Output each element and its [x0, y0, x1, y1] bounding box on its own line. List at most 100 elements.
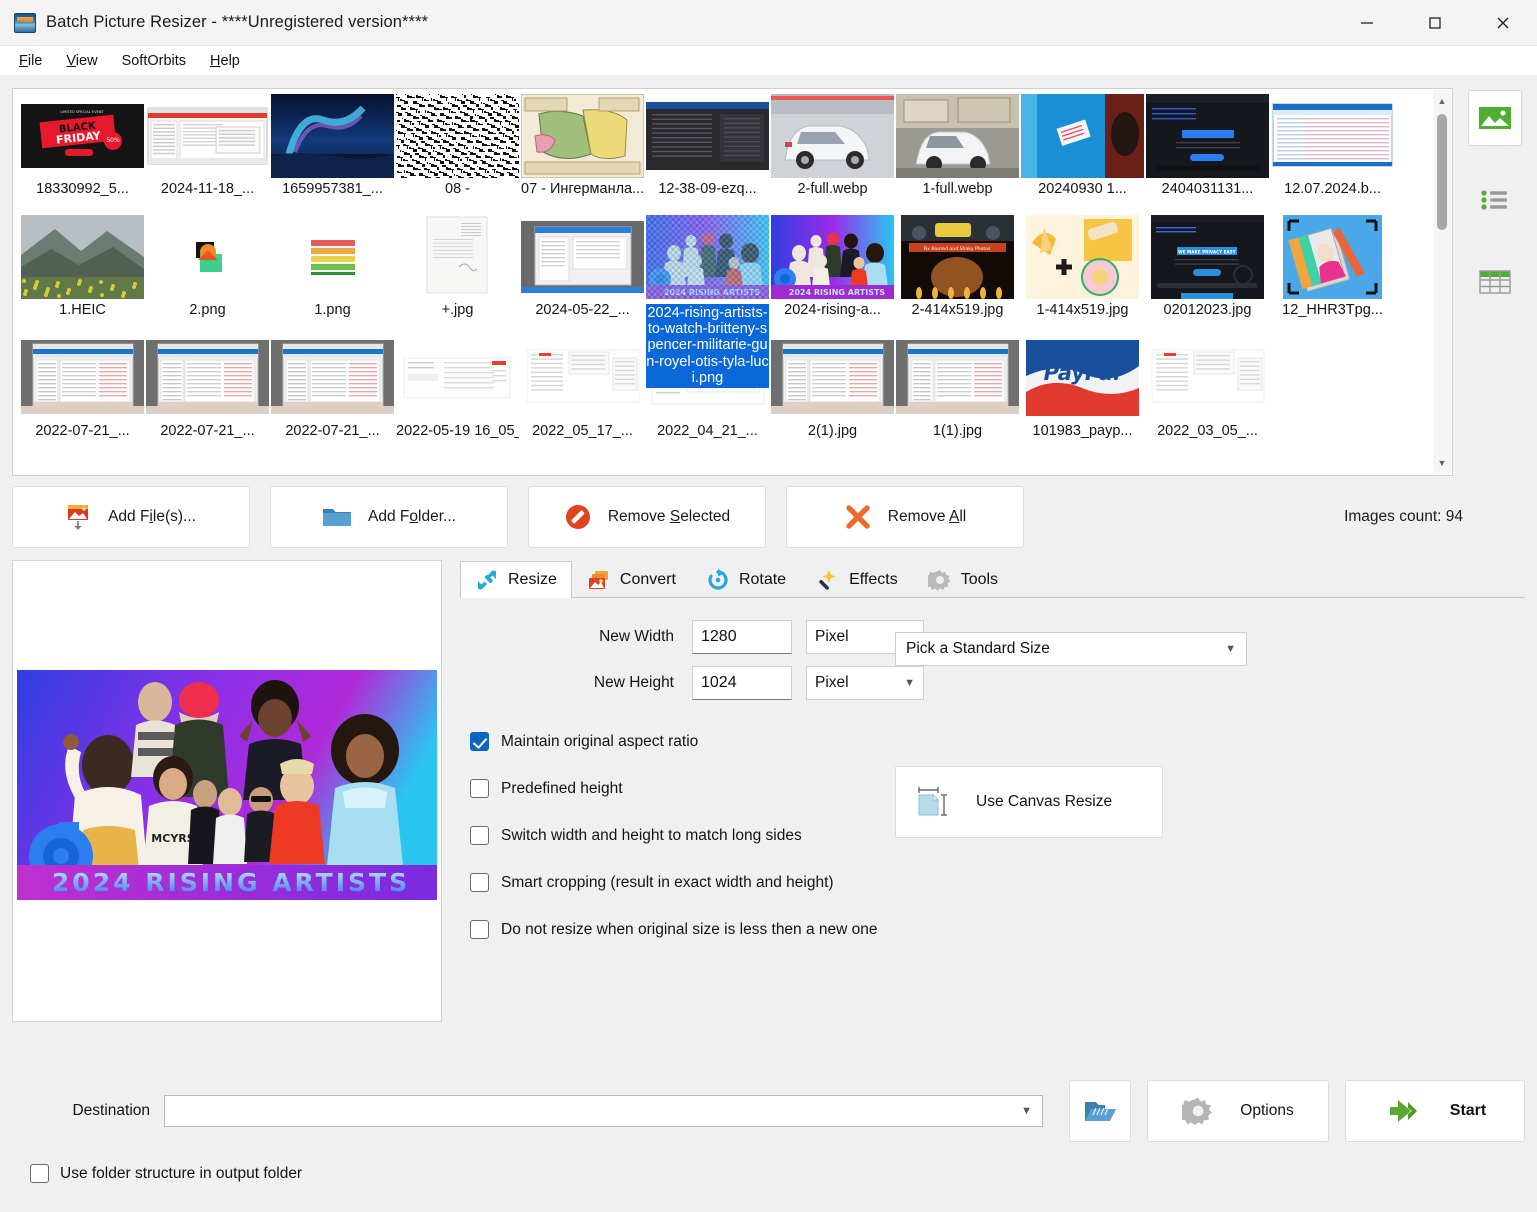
image-grid-item[interactable]: 1.HEIC	[20, 213, 145, 334]
thumbnail-caption: 08 -	[396, 181, 519, 197]
maximize-icon[interactable]	[1401, 0, 1469, 46]
use-folder-structure-checkbox[interactable]	[30, 1164, 49, 1183]
resize-option-checkbox[interactable]	[470, 779, 489, 798]
gear-icon	[1182, 1095, 1214, 1127]
use-canvas-resize-button[interactable]: Use Canvas Resize	[895, 766, 1163, 838]
image-grid-item[interactable]: 2404031131...	[1145, 92, 1270, 213]
image-grid-item[interactable]: 1-full.webp	[895, 92, 1020, 213]
image-grid-item[interactable]: 1.png	[270, 213, 395, 334]
options-button[interactable]: Options	[1147, 1080, 1329, 1142]
thumbnail-image	[396, 215, 519, 299]
image-grid-item[interactable]: 07 - Ингерманла...	[520, 92, 645, 213]
thumbnail-image	[771, 336, 894, 420]
minimize-icon[interactable]	[1333, 0, 1401, 46]
add-file-icon	[66, 503, 92, 531]
thumbnail-image	[21, 215, 144, 299]
image-grid-item[interactable]: 08 -	[395, 92, 520, 213]
image-grid-item[interactable]: 2022-07-21_...	[145, 334, 270, 455]
svg-text:Fix Blurred and Shaky Photos: Fix Blurred and Shaky Photos	[924, 246, 991, 252]
tab-resize[interactable]: Resize	[460, 561, 572, 598]
image-grid-item[interactable]: 2022-07-21_...	[20, 334, 145, 455]
svg-text:PayPal: PayPal	[1044, 361, 1121, 385]
image-grid-item[interactable]: Fix Blurred and Shaky Photos 2-414x519.j…	[895, 213, 1020, 334]
menu-help[interactable]: Help	[199, 49, 251, 73]
add-files-button[interactable]: Add File(s)...	[12, 486, 250, 548]
image-grid-item[interactable]: 2(1).jpg	[770, 334, 895, 455]
top-area: BLACK FRIDAY 50% LIMITED SPECIAL EVENT18…	[0, 76, 1537, 476]
image-grid-item[interactable]: 2022_05_17_...	[520, 334, 645, 455]
image-grid-item[interactable]: 2-full.webp	[770, 92, 895, 213]
thumbnail-caption: 2024-rising-a...	[771, 302, 894, 318]
preview-caption: 2024 RISING ARTISTS	[52, 868, 410, 897]
image-grid-item[interactable]: BLACK FRIDAY 50% LIMITED SPECIAL EVENT18…	[20, 92, 145, 213]
image-grid-item[interactable]: +.jpg	[395, 213, 520, 334]
browse-destination-button[interactable]	[1069, 1080, 1131, 1142]
use-folder-structure-row[interactable]: Use folder structure in output folder	[12, 1164, 1525, 1183]
thumbnail-view-button[interactable]	[1468, 90, 1522, 146]
image-grid-item[interactable]: 12_HHR3Tpg...	[1270, 213, 1395, 334]
thumbnail-image	[1146, 94, 1269, 178]
image-grid-item[interactable]: 12-38-09-ezq...	[645, 92, 770, 213]
image-grid-item[interactable]: 2024-05-22_...	[520, 213, 645, 334]
resize-option-checkbox[interactable]	[470, 873, 489, 892]
image-grid-item[interactable]: WE MAKE PRIVACY EASY 02012023.jpg	[1145, 213, 1270, 334]
thumbnail-caption: 2022_05_17_...	[521, 423, 644, 439]
add-folder-label: Add Folder...	[368, 508, 456, 526]
remove-selected-button[interactable]: Remove Selected	[528, 486, 766, 548]
resize-option-row[interactable]: Maintain original aspect ratio	[470, 732, 1525, 751]
tab-rotate[interactable]: Rotate	[691, 561, 801, 597]
resize-option-checkbox[interactable]	[470, 732, 489, 751]
image-grid-item[interactable]: 2022_03_05_...	[1145, 334, 1270, 455]
image-grid-item[interactable]: 2024 RISING ARTISTS2024-rising-a...	[770, 213, 895, 334]
image-grid-item[interactable]: 1(1).jpg	[895, 334, 1020, 455]
image-grid-item[interactable]: 2022-05-19 16_05_50	[395, 334, 520, 455]
open-folder-icon	[1083, 1097, 1117, 1125]
scroll-thumb[interactable]	[1437, 114, 1447, 230]
remove-all-button[interactable]: Remove All	[786, 486, 1024, 548]
tab-tools[interactable]: Tools	[913, 561, 1013, 597]
start-button[interactable]: Start	[1345, 1080, 1525, 1142]
destination-combobox[interactable]: ▼	[164, 1095, 1043, 1127]
image-grid-item[interactable]: 2022-07-21_...	[270, 334, 395, 455]
image-grid-item[interactable]: PayPal101983_payp...	[1020, 334, 1145, 455]
tab-convert-label: Convert	[620, 571, 676, 589]
menu-view[interactable]: View	[55, 49, 108, 73]
menu-view-rest: iew	[76, 53, 98, 69]
image-thumbnail-grid[interactable]: BLACK FRIDAY 50% LIMITED SPECIAL EVENT18…	[16, 92, 1432, 455]
list-view-button[interactable]	[1468, 172, 1522, 228]
resize-option-row[interactable]: Do not resize when original size is less…	[470, 920, 1525, 939]
scroll-up-icon[interactable]: ▲	[1433, 92, 1451, 110]
scroll-down-icon[interactable]: ▼	[1433, 454, 1451, 472]
thumbnail-caption: 2022_04_21_...	[646, 423, 769, 439]
resize-option-checkbox[interactable]	[470, 920, 489, 939]
thumbnail-image	[1146, 336, 1269, 420]
new-height-input[interactable]	[692, 666, 792, 700]
thumbnail-image	[1271, 215, 1394, 299]
menu-file[interactable]: File	[8, 49, 53, 73]
thumbnail-image	[1021, 215, 1144, 299]
menu-softorbits[interactable]: SoftOrbits	[111, 49, 197, 73]
standard-size-select[interactable]: Pick a Standard Size ▼	[895, 632, 1247, 666]
image-grid-item[interactable]: 20240930 1...	[1020, 92, 1145, 213]
resize-option-row[interactable]: Smart cropping (result in exact width an…	[470, 873, 1525, 892]
image-grid-item[interactable]: 2.png	[145, 213, 270, 334]
image-grid-item[interactable]: 2024-11-18_...	[145, 92, 270, 213]
magic-wand-icon	[816, 568, 840, 592]
menu-file-rest: ile	[28, 53, 43, 69]
thumbnail-caption: 2-414x519.jpg	[896, 302, 1019, 318]
new-height-unit-select[interactable]: Pixel ▼	[806, 666, 924, 700]
destination-row: Destination ▼	[12, 1074, 1525, 1142]
tab-convert[interactable]: Convert	[572, 561, 691, 597]
image-grid-item[interactable]: 1-414x519.jpg	[1020, 213, 1145, 334]
new-width-input[interactable]	[692, 620, 792, 654]
add-folder-button[interactable]: Add Folder...	[270, 486, 508, 548]
grid-scrollbar[interactable]: ▲ ▼	[1433, 90, 1451, 474]
image-grid-item[interactable]: 12.07.2024.b...	[1270, 92, 1395, 213]
details-view-button[interactable]	[1468, 254, 1522, 310]
resize-option-checkbox[interactable]	[470, 826, 489, 845]
tab-effects[interactable]: Effects	[801, 561, 913, 597]
gear-tools-icon	[928, 568, 952, 592]
image-grid-item[interactable]: 1659957381_...	[270, 92, 395, 213]
image-grid-item[interactable]: 2024 RISING ARTISTS2024-rising-artists-t…	[645, 213, 770, 334]
close-icon[interactable]	[1469, 0, 1537, 46]
